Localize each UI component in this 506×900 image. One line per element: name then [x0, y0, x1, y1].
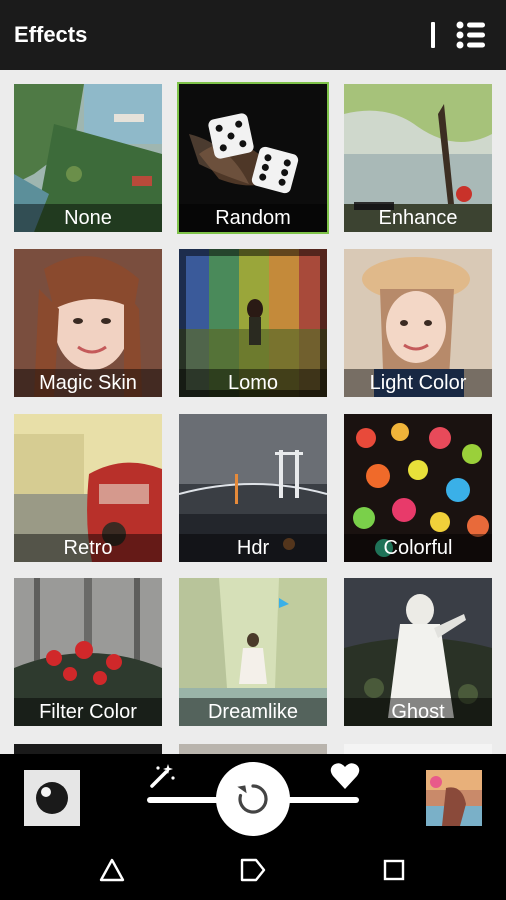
reset-icon: [237, 784, 268, 814]
effect-label: Colorful: [383, 537, 453, 559]
effect-tile-light-color[interactable]: Light Color: [344, 249, 492, 397]
effect-tile-random[interactable]: Random: [177, 82, 329, 234]
effect-tile-hdr[interactable]: Hdr: [179, 414, 327, 562]
magic-wand-icon[interactable]: [148, 762, 176, 790]
effect-label: Hdr: [236, 537, 270, 559]
effect-tile-enhance[interactable]: Enhance: [344, 84, 492, 232]
effect-label: Lomo: [227, 372, 279, 394]
photo-thumbnail[interactable]: [426, 770, 482, 826]
list-icon[interactable]: [456, 20, 486, 50]
effect-label: Light Color: [369, 372, 467, 394]
effect-tile-retro[interactable]: Retro: [14, 414, 162, 562]
effect-tile-ghost[interactable]: Ghost: [344, 578, 492, 726]
effect-label: None: [64, 207, 112, 229]
effects-grid: None Random Enhance Magic Skin Lomo Ligh…: [0, 70, 506, 754]
effect-label: Random: [215, 207, 291, 229]
reset-button[interactable]: [216, 762, 290, 836]
effect-tile-partial[interactable]: [14, 744, 162, 754]
effect-tile-partial[interactable]: [179, 744, 327, 754]
effect-tile-none[interactable]: None: [14, 84, 162, 232]
back-icon[interactable]: [98, 856, 126, 884]
effect-tile-dreamlike[interactable]: Dreamlike: [179, 578, 327, 726]
effect-tile-partial[interactable]: [344, 744, 492, 754]
effect-label: Retro: [63, 537, 113, 559]
app-bar: Effects: [0, 0, 506, 70]
effect-label: Filter Color: [39, 701, 137, 723]
page-title: Effects: [14, 22, 88, 47]
divider-icon: [431, 22, 435, 48]
face-icon[interactable]: [24, 770, 80, 826]
effect-label: Dreamlike: [207, 701, 299, 723]
effect-tile-colorful[interactable]: Colorful: [344, 414, 492, 562]
heart-icon[interactable]: [330, 762, 360, 790]
effect-tile-lomo[interactable]: Lomo: [179, 249, 327, 397]
effect-label: Magic Skin: [39, 372, 137, 394]
home-icon[interactable]: [239, 856, 267, 884]
recents-icon[interactable]: [380, 856, 408, 884]
effect-tile-magic-skin[interactable]: Magic Skin: [14, 249, 162, 397]
effect-label: Enhance: [378, 207, 458, 229]
effect-tile-filter-color[interactable]: Filter Color: [14, 578, 162, 726]
effect-label: Ghost: [391, 701, 445, 723]
